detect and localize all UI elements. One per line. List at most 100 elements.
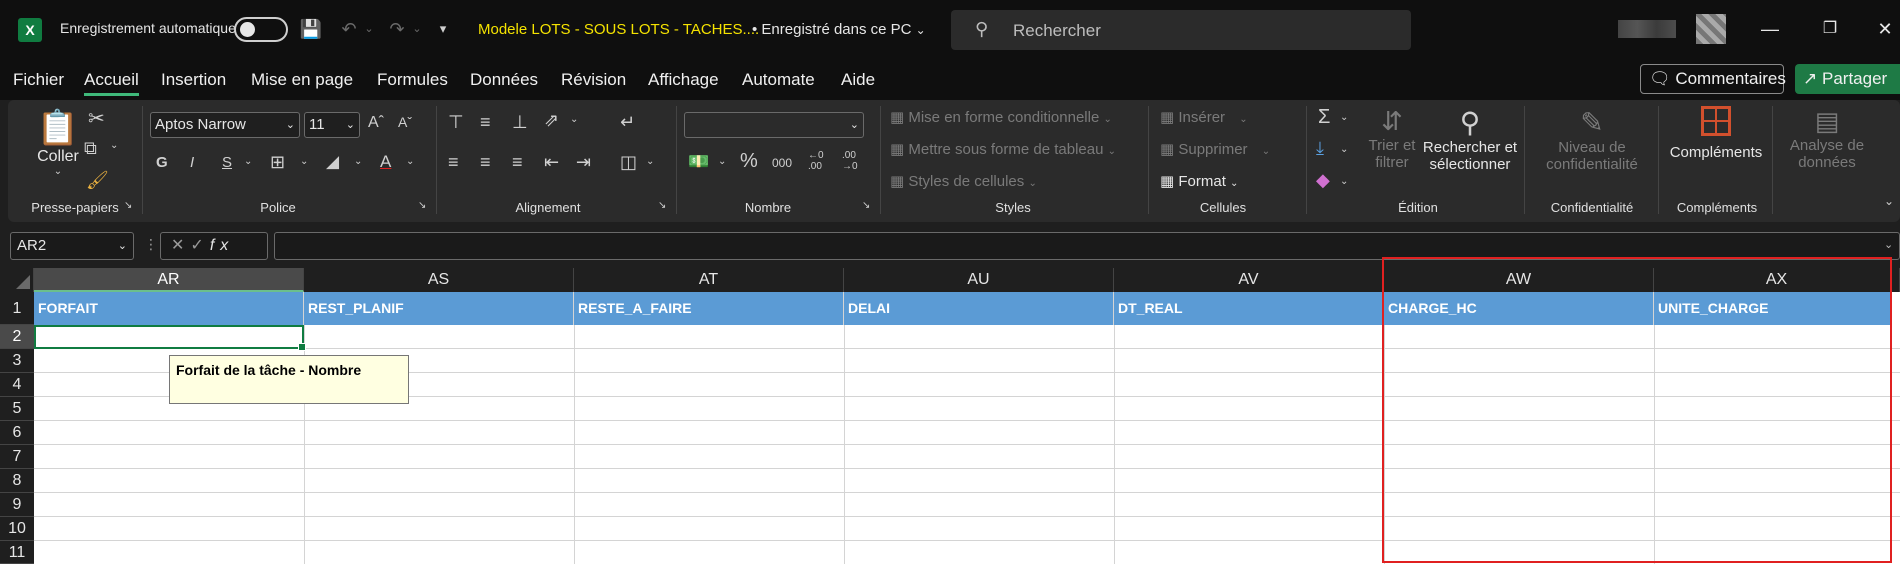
font-name-select[interactable]: Aptos Narrow ⌄ (150, 112, 300, 138)
row-header-11[interactable]: 11 (0, 541, 34, 564)
header-cell-forfait[interactable]: FORFAIT (34, 292, 304, 325)
dialog-launcher-icon[interactable]: ↘ (418, 200, 426, 211)
autosum-icon[interactable]: Σ (1318, 106, 1330, 129)
sort-filter-button[interactable]: ⇵ Trier et filtrer (1364, 106, 1420, 171)
autosum-dropdown-icon[interactable]: ⌄ (1340, 112, 1348, 123)
fill-dropdown-icon[interactable]: ⌄ (1340, 144, 1348, 155)
currency-icon[interactable]: 💵 (688, 152, 709, 172)
increase-decimal-button[interactable]: ←0 .00 (808, 150, 836, 172)
underline-button[interactable]: S (222, 154, 232, 171)
format-cells-button[interactable]: ▦ Format ⌄ (1160, 172, 1238, 190)
fill-color-dropdown-icon[interactable]: ⌄ (354, 156, 362, 167)
header-cell-reste-a-faire[interactable]: RESTE_A_FAIRE (574, 292, 844, 325)
select-all-button[interactable] (0, 268, 34, 292)
expand-formula-bar-icon[interactable]: ⌄ (1884, 238, 1893, 251)
align-left-icon[interactable]: ≡ (448, 152, 459, 173)
orientation-dropdown-icon[interactable]: ⌄ (570, 114, 578, 125)
italic-button[interactable]: I (190, 154, 194, 171)
row-header-9[interactable]: 9 (0, 493, 34, 517)
row-header-6[interactable]: 6 (0, 421, 34, 445)
redo-dropdown-icon[interactable]: ⌄ (404, 16, 430, 42)
tab-revision[interactable]: Révision (561, 70, 626, 90)
analyze-data-button[interactable]: ▤ Analyse de données (1780, 106, 1874, 171)
copy-dropdown-icon[interactable]: ⌄ (110, 140, 118, 151)
align-bottom-icon[interactable]: ⊥ (512, 112, 528, 133)
column-header-at[interactable]: AT (574, 268, 844, 292)
font-color-icon[interactable]: A (380, 152, 391, 172)
paste-button[interactable]: 📋 Coller ⌄ (28, 108, 88, 177)
header-cell-charge-hc[interactable]: CHARGE_HC (1384, 292, 1654, 325)
column-header-ax[interactable]: AX (1654, 268, 1900, 292)
row-header-3[interactable]: 3 (0, 349, 34, 373)
align-middle-icon[interactable]: ≡ (480, 112, 491, 133)
increase-indent-icon[interactable]: ⇥ (576, 152, 591, 173)
font-color-dropdown-icon[interactable]: ⌄ (406, 156, 414, 167)
copy-icon[interactable]: ⧉ (84, 138, 97, 159)
find-select-button[interactable]: ⚲ Rechercher et sélectionner (1422, 106, 1518, 173)
delete-cells-button[interactable]: ▦ Supprimer ⌄ (1160, 140, 1270, 158)
borders-icon[interactable]: ⊞ (270, 152, 285, 173)
wrap-text-icon[interactable]: ↵ (620, 112, 635, 133)
autosave-toggle[interactable] (234, 17, 288, 42)
row-header-4[interactable]: 4 (0, 373, 34, 397)
search-box[interactable]: ⚲ Rechercher (951, 10, 1411, 50)
cell-styles-button[interactable]: ▦ Styles de cellules ⌄ (890, 172, 1037, 190)
sensitivity-button[interactable]: ✎ Niveau de confidentialité (1532, 106, 1652, 173)
comments-button[interactable]: 🗨 Commentaires (1640, 64, 1786, 94)
currency-dropdown-icon[interactable]: ⌄ (718, 156, 726, 167)
header-cell-unite-charge[interactable]: UNITE_CHARGE (1654, 292, 1892, 325)
row-header-7[interactable]: 7 (0, 445, 34, 469)
borders-dropdown-icon[interactable]: ⌄ (300, 156, 308, 167)
tab-affichage[interactable]: Affichage (648, 70, 719, 90)
document-save-status[interactable]: • Enregistré dans ce PC ⌄ (752, 21, 926, 38)
tab-automate[interactable]: Automate (742, 70, 815, 90)
format-as-table-button[interactable]: ▦ Mettre sous forme de tableau ⌄ (890, 140, 1116, 158)
decrease-font-size-icon[interactable]: Aˇ (398, 114, 412, 130)
increase-font-size-icon[interactable]: Aˆ (368, 114, 384, 132)
name-box[interactable]: AR2 ⌄ (10, 232, 134, 260)
header-cell-dt-real[interactable]: DT_REAL (1114, 292, 1384, 325)
tab-aide[interactable]: Aide (841, 70, 875, 90)
header-cell-rest-planif[interactable]: REST_PLANIF (304, 292, 574, 325)
fill-icon[interactable]: ⤓ (1316, 138, 1324, 159)
avatar[interactable] (1696, 14, 1726, 44)
row-header-8[interactable]: 8 (0, 469, 34, 493)
spreadsheet-grid[interactable]: AR AS AT AU AV AW AX 1 2 3 4 5 6 7 8 9 1… (0, 268, 1900, 564)
cancel-icon[interactable]: ✕ (171, 237, 190, 254)
orientation-icon[interactable]: ⇗ (544, 110, 559, 131)
minimize-icon[interactable]: — (1755, 16, 1785, 42)
tab-mise-en-page[interactable]: Mise en page (251, 70, 353, 90)
undo-dropdown-icon[interactable]: ⌄ (356, 16, 382, 42)
active-cell-ar2[interactable] (34, 325, 306, 351)
restore-icon[interactable]: ❐ (1815, 16, 1845, 42)
dialog-launcher-icon[interactable]: ↘ (124, 200, 132, 211)
formula-input[interactable] (274, 232, 1900, 260)
row-header-2[interactable]: 2 (0, 325, 34, 349)
enter-icon[interactable]: ✓ (190, 237, 209, 254)
column-header-aw[interactable]: AW (1384, 268, 1654, 292)
dialog-launcher-icon[interactable]: ↘ (658, 200, 666, 211)
document-title[interactable]: Modele LOTS - SOUS LOTS - TACHES.... (478, 21, 759, 38)
column-header-au[interactable]: AU (844, 268, 1114, 292)
customize-toolbar-icon[interactable]: ▾ (430, 16, 456, 42)
merge-dropdown-icon[interactable]: ⌄ (646, 156, 654, 167)
clear-dropdown-icon[interactable]: ⌄ (1340, 176, 1348, 187)
tab-insertion[interactable]: Insertion (161, 70, 226, 90)
row-header-10[interactable]: 10 (0, 517, 34, 541)
decrease-decimal-button[interactable]: .00 →0 (842, 150, 870, 172)
clear-icon[interactable]: ◆ (1316, 170, 1330, 191)
column-header-ar[interactable]: AR (34, 268, 304, 292)
align-center-icon[interactable]: ≡ (480, 152, 491, 173)
ribbon-expand-icon[interactable]: ⌄ (1884, 194, 1894, 208)
header-cell-delai[interactable]: DELAI (844, 292, 1114, 325)
number-format-select[interactable]: ⌄ (684, 112, 864, 138)
underline-dropdown-icon[interactable]: ⌄ (244, 156, 252, 167)
insert-cells-button[interactable]: ▦ Insérer ⌄ (1160, 108, 1248, 126)
insert-function-icon[interactable]: fx (210, 237, 234, 254)
addins-button[interactable]: Compléments (1666, 106, 1766, 161)
dialog-launcher-icon[interactable]: ↘ (862, 200, 870, 211)
fill-color-icon[interactable]: ◢ (326, 152, 339, 172)
decrease-indent-icon[interactable]: ⇤ (544, 152, 559, 173)
share-button[interactable]: ↗ Partager (1795, 64, 1900, 94)
percent-button[interactable]: % (740, 150, 758, 173)
